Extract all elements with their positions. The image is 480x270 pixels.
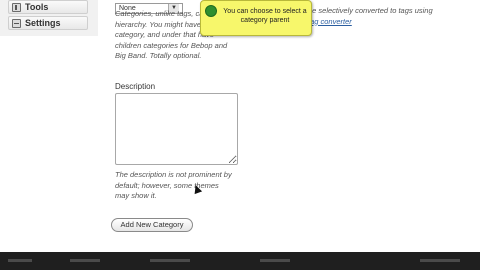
- sidebar-item-settings[interactable]: Settings: [8, 16, 88, 30]
- bottom-bar: [0, 252, 480, 270]
- bottom-bar-segment: [260, 259, 290, 262]
- bottom-bar-segment: [70, 259, 100, 262]
- tooltip-callout: You can choose to select a category pare…: [200, 0, 312, 36]
- tools-icon: [12, 2, 21, 12]
- tooltip-text: You can choose to select a category pare…: [223, 8, 307, 24]
- sidebar-item-label: Tools: [25, 2, 49, 12]
- tag-converter-hint-text: be selectively converted to tags using: [308, 6, 433, 15]
- sidebar-item-tools[interactable]: Tools: [8, 0, 88, 14]
- tag-converter-link[interactable]: tag converter: [308, 17, 352, 26]
- bottom-bar-segment: [8, 259, 32, 262]
- add-new-category-button[interactable]: Add New Category: [111, 218, 193, 232]
- sidebar-item-label: Settings: [25, 18, 61, 28]
- description-hint: The description is not prominent by defa…: [115, 170, 232, 200]
- tag-converter-hint: be selectively converted to tags using t…: [308, 6, 468, 27]
- bottom-bar-segment: [150, 259, 190, 262]
- settings-icon: [12, 18, 21, 28]
- description-label: Description: [115, 82, 156, 91]
- tooltip-info-icon: [205, 5, 217, 17]
- bottom-bar-segment: [420, 259, 460, 262]
- admin-sidebar: Tools Settings: [0, 0, 98, 36]
- description-textarea[interactable]: [115, 93, 238, 165]
